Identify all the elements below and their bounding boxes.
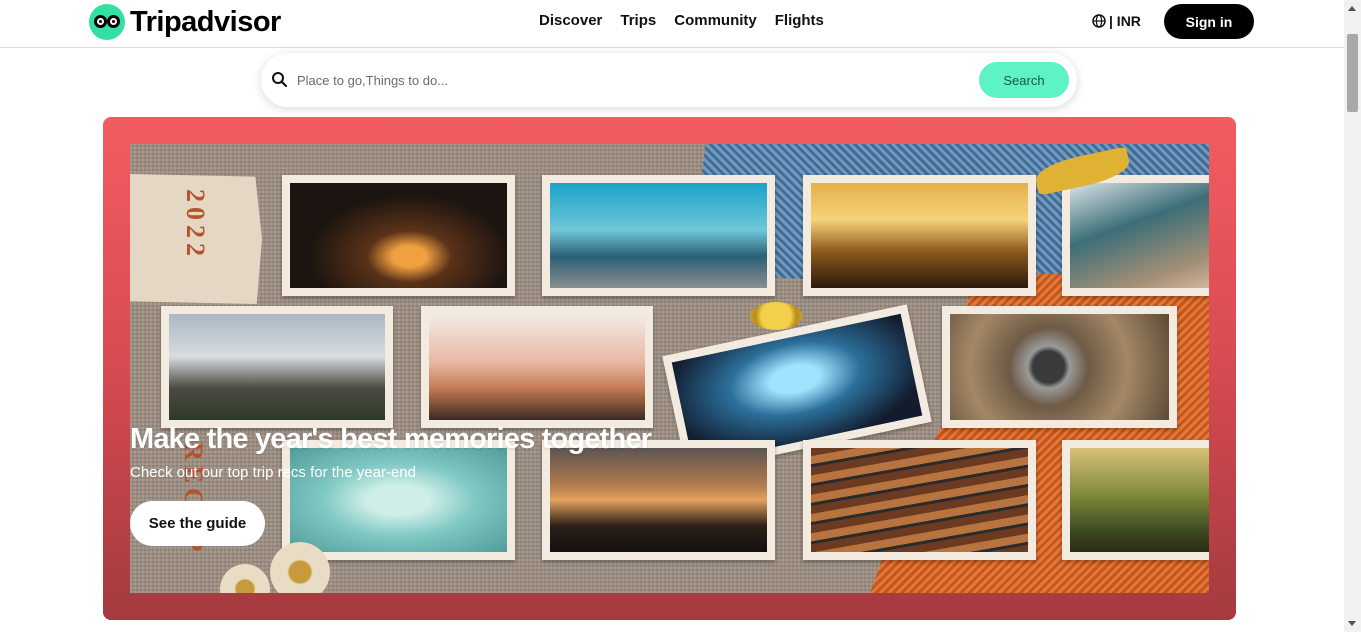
photo-hikers [1062,440,1209,560]
nav-community[interactable]: Community [674,12,757,29]
search-icon [272,72,288,88]
photo-korean-bbq [942,306,1177,428]
nav-discover[interactable]: Discover [539,12,602,29]
photo-campfire [282,175,515,296]
search-button[interactable]: Search [979,62,1069,98]
main-nav: Discover Trips Community Flights [539,12,824,29]
photo-celebration [542,440,775,560]
scroll-thumb[interactable] [1347,34,1358,112]
globe-icon [1092,14,1106,28]
photo-friends-sunset [421,306,653,428]
scroll-up-icon[interactable] [1348,6,1356,11]
page: Tripadvisor Discover Trips Community Fli… [0,0,1361,632]
tripadvisor-logo[interactable]: Tripadvisor [89,3,281,41]
photo-jumping [803,175,1036,296]
search-bar: Search [261,53,1077,107]
nav-trips[interactable]: Trips [620,12,656,29]
photo-pool [282,440,515,560]
photo-mountain [542,175,775,296]
coin-decoration [750,302,802,330]
hero-collage: 2022 RECAP [130,144,1209,593]
flower-decoration [270,542,330,593]
year-label: 2022 [181,189,210,261]
hero-subtitle: Check out our top trip recs for the year… [130,464,416,481]
photo-grill [803,440,1036,560]
search-input[interactable] [297,68,957,92]
nav-flights[interactable]: Flights [775,12,824,29]
photo-beach-feet [1062,175,1209,296]
hero-banner: 2022 RECAP [103,117,1236,620]
see-the-guide-button[interactable]: See the guide [130,501,265,546]
page-scrollbar[interactable] [1344,0,1361,632]
scroll-down-icon[interactable] [1348,621,1356,626]
currency-selector[interactable]: | INR [1092,13,1141,29]
photo-camper [161,306,393,428]
currency-label: | INR [1109,13,1141,29]
owl-icon [89,4,125,40]
site-header: Tripadvisor Discover Trips Community Fli… [0,0,1344,48]
hero-title: Make the year's best memories together [130,423,652,455]
brand-name: Tripadvisor [130,5,281,38]
sign-in-button[interactable]: Sign in [1164,4,1254,39]
